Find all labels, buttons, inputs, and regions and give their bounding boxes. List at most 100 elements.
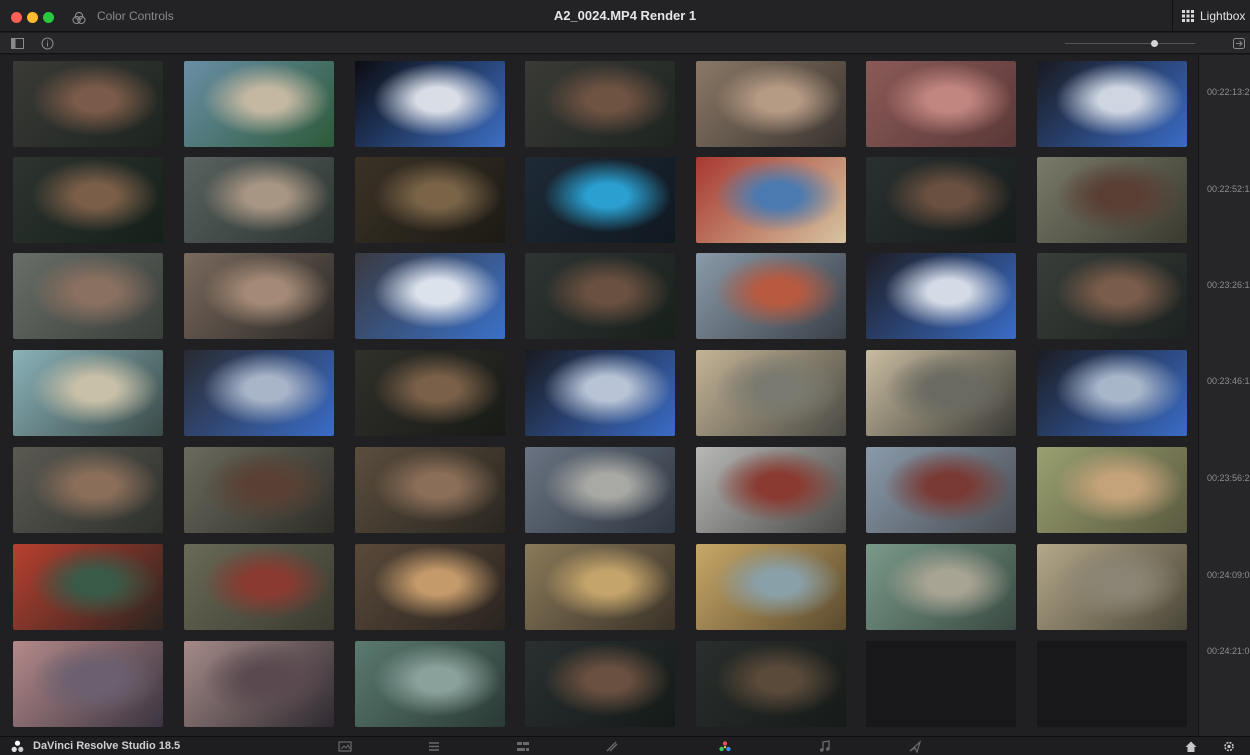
clip-frame-image [696, 61, 846, 147]
media-page-icon[interactable] [338, 740, 352, 753]
edit-page-icon[interactable] [516, 740, 530, 753]
clip-frame-image [525, 447, 675, 533]
clip-thumbnail[interactable] [184, 157, 334, 243]
clip-thumbnail[interactable] [866, 544, 1016, 630]
clip-thumbnail[interactable] [355, 350, 505, 436]
clip-frame-image [184, 253, 334, 339]
clip-frame-image [184, 544, 334, 630]
clip-frame-image [1037, 447, 1187, 533]
davinci-logo-icon [11, 740, 24, 752]
clip-thumbnail[interactable] [1037, 350, 1187, 436]
clip-frame-image [13, 544, 163, 630]
clip-frame-image [13, 641, 163, 727]
exit-lightbox-icon[interactable] [1233, 37, 1246, 50]
home-icon[interactable] [1184, 740, 1198, 753]
clip-thumbnail[interactable] [866, 253, 1016, 339]
clip-thumbnail[interactable] [866, 350, 1016, 436]
clip-thumbnail[interactable] [1037, 544, 1187, 630]
clip-thumbnail[interactable] [13, 157, 163, 243]
clip-thumbnail[interactable] [355, 447, 505, 533]
clip-thumbnail[interactable] [13, 253, 163, 339]
color-controls-icon[interactable] [72, 11, 86, 25]
clip-thumbnail[interactable] [184, 544, 334, 630]
clip-frame-image [355, 641, 505, 727]
clip-thumbnail[interactable] [866, 157, 1016, 243]
clip-thumbnail[interactable] [696, 447, 846, 533]
lightbox-button[interactable]: Lightbox [1172, 0, 1250, 32]
clip-thumbnail[interactable] [13, 447, 163, 533]
clip-frame-image [355, 544, 505, 630]
clip-thumbnail[interactable] [866, 61, 1016, 147]
settings-icon[interactable] [1222, 740, 1236, 753]
clip-thumbnail[interactable] [525, 350, 675, 436]
clip-thumbnail[interactable] [355, 641, 505, 727]
zoom-slider-handle[interactable] [1151, 40, 1158, 47]
clip-thumbnail[interactable] [696, 641, 846, 727]
clip-frame-image [184, 157, 334, 243]
clip-frame-image [525, 544, 675, 630]
lightbox-toolbar [0, 33, 1250, 54]
clip-frame-image [866, 544, 1016, 630]
clip-thumbnail[interactable] [1037, 61, 1187, 147]
clip-frame-image [866, 350, 1016, 436]
page-navigation-bar: DaVinci Resolve Studio 18.5 [0, 736, 1250, 755]
clip-thumbnail[interactable] [1037, 253, 1187, 339]
clip-thumbnail[interactable] [696, 544, 846, 630]
clip-frame-image [525, 253, 675, 339]
color-controls-label[interactable]: Color Controls [97, 9, 174, 23]
deliver-page-icon[interactable] [908, 740, 922, 753]
clip-thumbnail[interactable] [1037, 447, 1187, 533]
clip-thumbnail[interactable] [13, 544, 163, 630]
clip-thumbnail[interactable] [525, 544, 675, 630]
clip-thumbnail[interactable] [184, 447, 334, 533]
clip-frame-image [355, 157, 505, 243]
clip-thumbnail[interactable] [525, 157, 675, 243]
fusion-page-icon[interactable] [605, 740, 619, 753]
clip-thumbnail[interactable] [184, 350, 334, 436]
clip-thumbnail[interactable] [696, 157, 846, 243]
clip-thumbnail[interactable] [696, 61, 846, 147]
clip-thumbnail[interactable] [696, 350, 846, 436]
sidebar-toggle-icon[interactable] [11, 37, 24, 50]
clip-thumbnail[interactable] [355, 544, 505, 630]
clip-thumbnail[interactable] [184, 61, 334, 147]
timecode-column: 00:22:13:2 00:22:52:1 00:23:26:1 00:23:4… [1198, 55, 1250, 736]
clip-frame-image [355, 61, 505, 147]
color-page-icon[interactable] [718, 740, 732, 753]
clip-thumbnail[interactable] [696, 253, 846, 339]
clip-frame-image [184, 350, 334, 436]
zoom-window-button[interactable] [43, 12, 54, 23]
cut-page-icon[interactable] [427, 740, 441, 753]
clip-thumbnail[interactable] [525, 641, 675, 727]
info-icon[interactable] [41, 37, 54, 50]
clip-thumbnail[interactable] [13, 61, 163, 147]
clip-frame-image [866, 447, 1016, 533]
clip-thumbnail[interactable] [184, 641, 334, 727]
close-window-button[interactable] [11, 12, 22, 23]
clip-frame-image [866, 157, 1016, 243]
clip-thumbnail[interactable] [525, 253, 675, 339]
clip-thumbnail[interactable] [525, 61, 675, 147]
clip-thumbnail[interactable] [525, 447, 675, 533]
clip-thumbnail[interactable] [1037, 157, 1187, 243]
clip-frame-image [866, 61, 1016, 147]
zoom-slider[interactable] [1065, 40, 1195, 47]
row-timecode: 00:24:21:0 [1207, 646, 1250, 656]
window-title: A2_0024.MP4 Render 1 [553, 8, 697, 23]
clip-thumbnail[interactable] [355, 157, 505, 243]
clip-frame-image [525, 61, 675, 147]
clip-thumbnail[interactable] [13, 641, 163, 727]
fairlight-page-icon[interactable] [818, 740, 832, 753]
clip-frame-image [13, 253, 163, 339]
clip-thumbnail[interactable] [184, 253, 334, 339]
row-timecode: 00:23:46:1 [1207, 376, 1250, 386]
clip-thumbnail[interactable] [866, 447, 1016, 533]
clip-thumbnail[interactable] [13, 350, 163, 436]
row-timecode: 00:23:56:2 [1207, 473, 1250, 483]
row-timecode: 00:24:09:0 [1207, 570, 1250, 580]
clip-frame-image [525, 641, 675, 727]
clip-thumbnail[interactable] [355, 61, 505, 147]
minimize-window-button[interactable] [27, 12, 38, 23]
clip-thumbnail[interactable] [355, 253, 505, 339]
clip-frame-image [1037, 544, 1187, 630]
